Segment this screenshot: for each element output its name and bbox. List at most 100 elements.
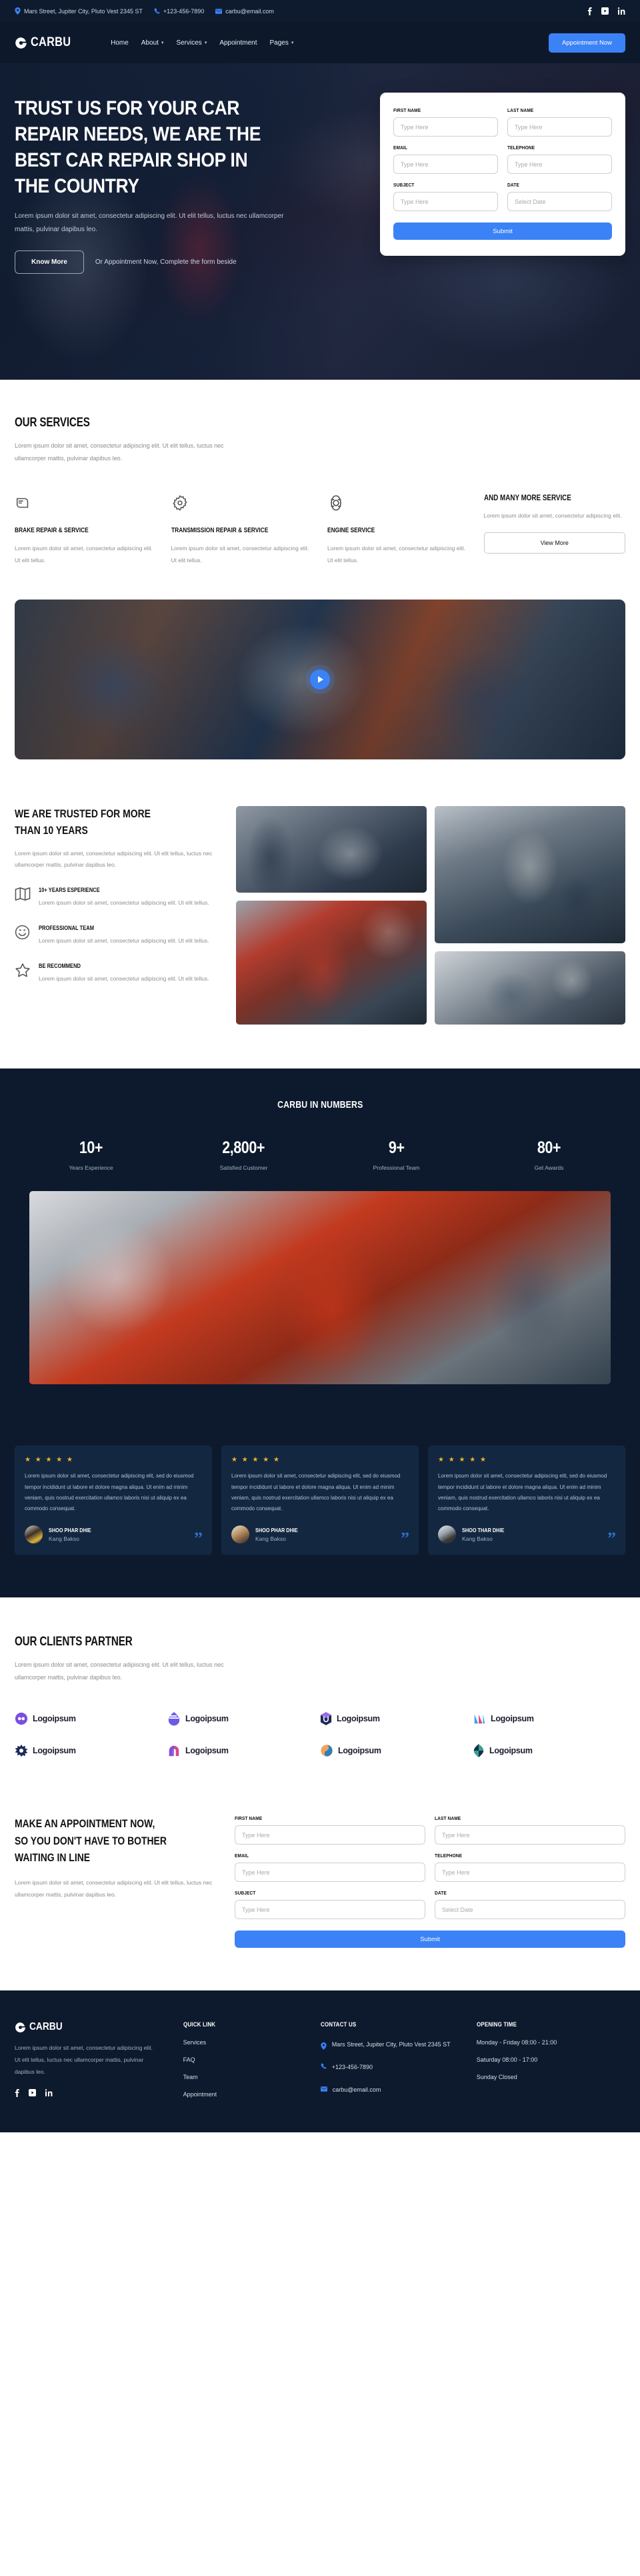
partner-logo: Logoipsum bbox=[473, 1743, 625, 1758]
nav-item-pages[interactable]: Pages ▾ bbox=[269, 39, 293, 47]
footer-phone-text: +123-456-7890 bbox=[331, 2064, 373, 2071]
partner-logo: Logoipsum bbox=[15, 1743, 167, 1758]
footer-link-faq[interactable]: FAQ bbox=[183, 2056, 307, 2063]
topbar-phone[interactable]: +123-456-7890 bbox=[154, 8, 204, 15]
hero-input-email[interactable] bbox=[393, 155, 498, 174]
appointment-now-button[interactable]: Appointment Now bbox=[549, 33, 625, 53]
appointment-submit-button[interactable]: Submit bbox=[235, 1931, 625, 1948]
youtube-icon[interactable] bbox=[29, 2089, 36, 2097]
hero-label-date: DATE bbox=[507, 182, 519, 188]
hero-title-line-1: TRUST US FOR YOUR CAR bbox=[15, 97, 240, 119]
nav-item-services[interactable]: Services ▾ bbox=[176, 39, 207, 47]
footer-contact-phone[interactable]: +123-456-7890 bbox=[321, 2062, 463, 2074]
service-name-transmission: TRANSMISSION REPAIR & SERVICE bbox=[171, 525, 313, 538]
partner-logo: Logoipsum bbox=[167, 1711, 320, 1726]
appointment-title-line-1: MAKE AN APPOINTMENT NOW, bbox=[15, 1817, 155, 1831]
service-text-engine: Lorem ipsum dolor sit amet, consectetur … bbox=[327, 545, 465, 564]
linkedin-icon[interactable] bbox=[45, 2089, 53, 2097]
services-grid: BRAKE REPAIR & SERVICE Lorem ipsum dolor… bbox=[15, 493, 625, 566]
more-service-text: Lorem ipsum dolor sit amet, consectetur … bbox=[483, 512, 622, 519]
footer-quicklink-title-text: QUICK LINK bbox=[183, 2021, 215, 2029]
navbar: CARBU Home About ▾ Services ▾ Appointment … bbox=[0, 22, 640, 63]
service-card-transmission[interactable]: TRANSMISSION REPAIR & SERVICE Lorem ipsu… bbox=[171, 493, 313, 566]
appointment-input-email[interactable] bbox=[235, 1863, 425, 1883]
footer-link-services[interactable]: Services bbox=[183, 2039, 307, 2046]
appointment-input-telephone[interactable] bbox=[435, 1863, 625, 1883]
testimonial-text: Lorem ipsum dolor sit amet, consectetur … bbox=[438, 1473, 607, 1512]
testimonial-card: ★ ★ ★ ★ ★ Lorem ipsum dolor sit amet, co… bbox=[15, 1446, 212, 1555]
appointment-label-email: EMAIL bbox=[235, 1853, 249, 1859]
nav-item-home[interactable]: Home bbox=[111, 39, 129, 47]
stat-years-experience-value-text: 10+ bbox=[79, 1138, 103, 1158]
hero-section: TRUST US FOR YOUR CAR REPAIR NEEDS, WE A… bbox=[0, 63, 640, 380]
gallery-photo-underbody bbox=[435, 806, 625, 944]
hero-input-subject[interactable] bbox=[393, 192, 498, 211]
hero-input-date[interactable] bbox=[507, 192, 612, 211]
service-card-brake[interactable]: BRAKE REPAIR & SERVICE Lorem ipsum dolor… bbox=[15, 493, 157, 566]
appointment-input-last-name[interactable] bbox=[435, 1825, 625, 1845]
feature-recommend-name: BE RECOMMEND bbox=[39, 963, 209, 969]
facebook-icon[interactable] bbox=[587, 7, 592, 15]
partner-logo: Logoipsum bbox=[473, 1711, 625, 1726]
feature-experience-body: 10+ YEARS ESPERIENCE Lorem ipsum dolor s… bbox=[39, 887, 209, 909]
hero-input-first-name[interactable] bbox=[393, 117, 498, 137]
hero-title-line-3: BEST CAR REPAIR SHOP IN bbox=[15, 149, 248, 171]
service-card-engine[interactable]: ENGINE SERVICE Lorem ipsum dolor sit ame… bbox=[327, 493, 469, 566]
phone-icon bbox=[154, 8, 160, 14]
feature-experience-name: 10+ YEARS ESPERIENCE bbox=[39, 887, 209, 893]
hero-submit-button[interactable]: Submit bbox=[393, 222, 612, 240]
footer-link-appointment[interactable]: Appointment bbox=[183, 2091, 307, 2098]
brand-logo[interactable]: CARBU bbox=[15, 35, 77, 50]
hero-input-last-name[interactable] bbox=[507, 117, 612, 137]
avatar bbox=[231, 1525, 249, 1543]
appointment-field-telephone: TELEPHONE bbox=[435, 1853, 625, 1883]
appointment-input-date[interactable] bbox=[435, 1900, 625, 1920]
footer-logo[interactable]: CARBU bbox=[15, 2021, 170, 2033]
chevron-down-icon: ▾ bbox=[291, 41, 294, 45]
swirl-mark-icon bbox=[320, 1744, 333, 1757]
more-service-title: AND MANY MORE SERVICE bbox=[484, 493, 626, 502]
testimonial-card: ★ ★ ★ ★ ★ Lorem ipsum dolor sit amet, co… bbox=[221, 1446, 419, 1555]
partners-logo-grid: Logoipsum Logoipsum Logoipsum Logoipsum … bbox=[15, 1711, 625, 1758]
partner-logo: Logoipsum bbox=[15, 1711, 167, 1726]
appointment-field-first-name: FIRST NAME bbox=[235, 1815, 425, 1845]
nav-item-about[interactable]: About ▾ bbox=[141, 39, 164, 47]
footer-contact-title: CONTACT US bbox=[321, 2021, 463, 2028]
stat-get-awards-value-text: 80+ bbox=[537, 1138, 561, 1158]
testimonial-name: SHOO PHAR DHIE bbox=[49, 1527, 98, 1533]
rating-stars: ★ ★ ★ ★ ★ bbox=[25, 1456, 74, 1464]
hero-label-first-name: FIRST NAME bbox=[393, 107, 421, 113]
footer-link-team[interactable]: Team bbox=[183, 2074, 307, 2080]
wave-drop-mark-icon bbox=[167, 1711, 181, 1726]
partner-logo-text: Logoipsum bbox=[33, 1746, 76, 1756]
service-card-more: AND MANY MORE SERVICE Lorem ipsum dolor … bbox=[483, 493, 626, 566]
testimonial-author-body: SHOO PHAR DHIE Kang Bakso bbox=[255, 1527, 305, 1542]
play-icon[interactable] bbox=[310, 669, 330, 690]
hero-appointment-form: FIRST NAME LAST NAME EMAIL TELEPHONE SUB… bbox=[380, 93, 625, 256]
trusted-title-line-2: THAN 10 YEARS bbox=[15, 823, 88, 837]
view-more-button[interactable]: View More bbox=[483, 532, 625, 554]
services-title: OUR SERVICES bbox=[15, 416, 625, 430]
partners-section: OUR CLIENTS PARTNER Lorem ipsum dolor si… bbox=[0, 1597, 640, 1779]
service-text-transmission: Lorem ipsum dolor sit amet, consectetur … bbox=[171, 545, 309, 564]
footer-quicklink-col: QUICK LINK Services FAQ Team Appointment bbox=[183, 2021, 307, 2098]
hero-subtitle: Lorem ipsum dolor sit amet, consectetur … bbox=[15, 213, 284, 233]
hero-title-line-4: THE COUNTRY bbox=[15, 175, 139, 197]
topbar-email[interactable]: carbu@email.com bbox=[215, 8, 274, 15]
partner-logo-text: Logoipsum bbox=[33, 1714, 76, 1724]
linkedin-icon[interactable] bbox=[618, 7, 625, 15]
hero-field-email: EMAIL bbox=[393, 145, 498, 174]
appointment-label-subject: SUBJECT bbox=[235, 1890, 256, 1897]
facebook-icon[interactable] bbox=[15, 2089, 19, 2097]
rating-stars: ★ ★ ★ ★ ★ bbox=[438, 1456, 487, 1464]
services-section: OUR SERVICES Lorem ipsum dolor sit amet,… bbox=[0, 380, 640, 589]
footer-contact-email[interactable]: carbu@email.com bbox=[320, 2084, 463, 2096]
partner-logo: Logoipsum bbox=[320, 1711, 473, 1726]
appointment-input-subject[interactable] bbox=[235, 1900, 425, 1920]
appointment-input-first-name[interactable] bbox=[235, 1825, 425, 1845]
mail-icon bbox=[320, 2086, 327, 2092]
youtube-icon[interactable] bbox=[601, 7, 609, 15]
hero-input-telephone[interactable] bbox=[507, 155, 612, 174]
nav-item-appointment[interactable]: Appointment bbox=[219, 39, 257, 47]
know-more-button[interactable]: Know More bbox=[15, 250, 84, 274]
